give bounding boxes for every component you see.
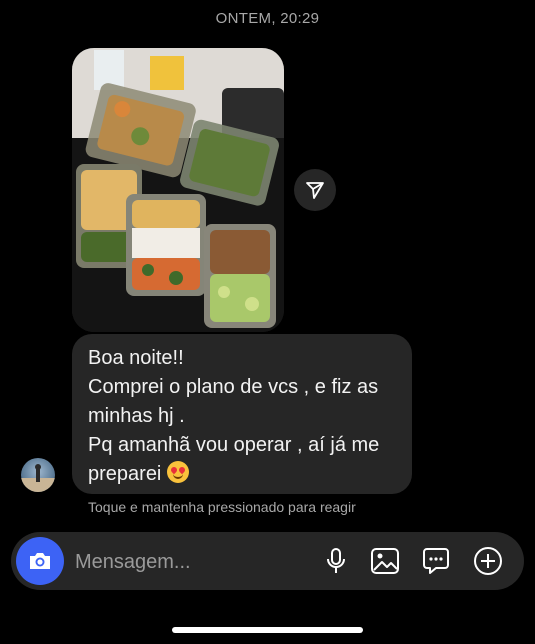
sticker-button[interactable] [420, 545, 452, 577]
home-indicator[interactable] [172, 627, 363, 633]
gallery-icon [371, 548, 399, 574]
meal-prep-photo [72, 48, 284, 332]
message-bubble[interactable]: Boa noite!! Comprei o plano de vcs , e f… [72, 334, 412, 494]
camera-icon [30, 553, 50, 569]
message-line: Boa noite!! [88, 347, 184, 369]
message-input[interactable] [73, 546, 307, 578]
shared-photo[interactable] [72, 48, 284, 332]
plus-button[interactable] [472, 545, 504, 577]
gallery-button[interactable] [369, 545, 401, 577]
send-icon [306, 182, 324, 199]
message-line: minhas hj . [88, 405, 185, 427]
microphone-button[interactable] [320, 545, 352, 577]
sticker-icon [423, 548, 449, 574]
plus-icon [474, 547, 502, 575]
message-line: Comprei o plano de vcs , e fiz as [88, 376, 379, 398]
share-button[interactable] [294, 169, 336, 211]
message-line-with-emoji: preparei [88, 460, 396, 489]
reaction-hint: Toque e mantenha pressionado para reagir [88, 499, 356, 515]
message-composer [11, 532, 524, 590]
thread-timestamp: ONTEM, 20:29 [215, 10, 320, 27]
avatar-image [21, 464, 55, 492]
message-line: preparei [88, 463, 162, 485]
heart-eyes-emoji-icon [167, 461, 190, 483]
microphone-icon [327, 548, 345, 573]
avatar[interactable] [21, 458, 55, 492]
camera-button[interactable] [16, 537, 64, 585]
message-line: Pq amanhã vou operar , aí já me [88, 434, 380, 456]
